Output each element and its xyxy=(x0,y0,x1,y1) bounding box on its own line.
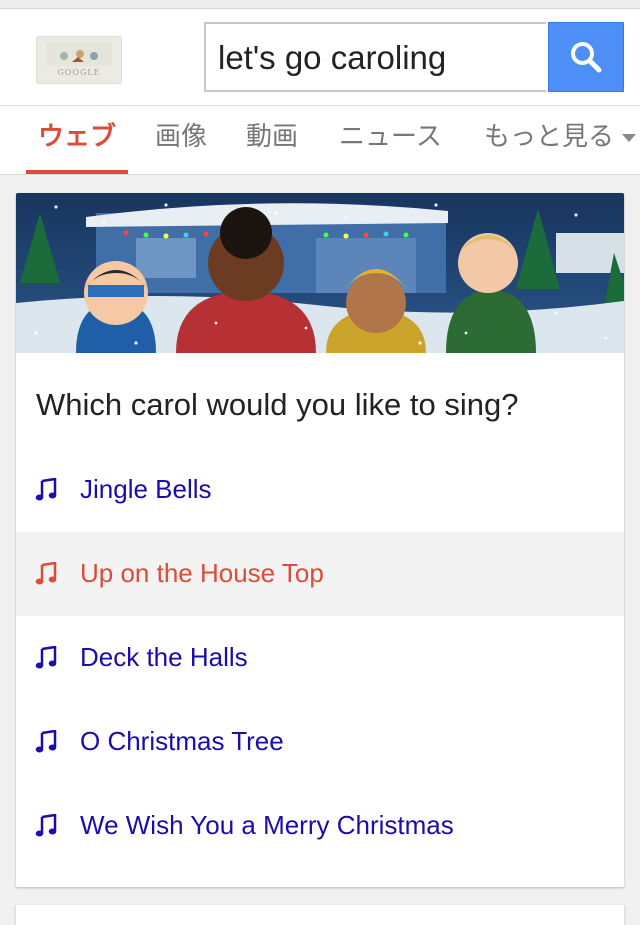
search-button[interactable] xyxy=(548,22,624,92)
tab-videos-label: 動画 xyxy=(246,122,299,152)
tab-web-label: ウェブ xyxy=(38,122,117,152)
music-note-icon xyxy=(35,562,57,585)
music-note-icon xyxy=(35,814,57,837)
tab-images-label: 画像 xyxy=(155,122,208,152)
search-icon xyxy=(571,42,602,73)
carol-item-we-wish-you-a-merry-christmas[interactable]: We Wish You a Merry Christmas xyxy=(16,784,624,868)
carol-item-jingle-bells[interactable]: Jingle Bells xyxy=(16,448,624,532)
carol-title: Deck the Halls xyxy=(80,642,248,672)
google-doodle-logo[interactable]: GOOGLE xyxy=(36,36,122,84)
tab-more-label: もっと見る xyxy=(484,122,615,152)
logo-text: GOOGLE xyxy=(57,68,101,77)
carol-title: O Christmas Tree xyxy=(80,726,284,756)
music-note-icon xyxy=(35,478,57,501)
caroling-card: Which carol would you like to sing? Jing… xyxy=(16,193,624,887)
music-note-icon xyxy=(35,646,57,669)
carol-item-up-on-the-house-top[interactable]: Up on the House Top xyxy=(16,532,624,616)
tab-web[interactable]: ウェブ xyxy=(25,106,129,174)
header: GOOGLE xyxy=(0,9,640,106)
tab-images[interactable]: 画像 xyxy=(155,106,207,174)
status-strip xyxy=(0,0,640,9)
tab-news-label: ニュース xyxy=(339,122,442,152)
tab-more[interactable]: もっと見る xyxy=(484,106,637,174)
carol-item-deck-the-halls[interactable]: Deck the Halls xyxy=(16,616,624,700)
carol-title: We Wish You a Merry Christmas xyxy=(80,810,454,840)
search-tabs: ウェブ 画像 動画 ニュース もっと見る xyxy=(0,106,640,175)
music-note-icon xyxy=(35,730,57,753)
tab-videos[interactable]: 動画 xyxy=(246,106,298,174)
carol-item-o-christmas-tree[interactable]: O Christmas Tree xyxy=(16,700,624,784)
caret-down-icon xyxy=(622,133,637,142)
search-input[interactable] xyxy=(218,32,538,84)
caroling-doodle-banner xyxy=(16,193,624,353)
carol-title: Jingle Bells xyxy=(80,474,212,504)
carol-title: Up on the House Top xyxy=(80,558,324,588)
card-question: Which carol would you like to sing? xyxy=(36,387,519,422)
next-result-card xyxy=(16,905,624,925)
search-box xyxy=(204,22,546,92)
tab-news[interactable]: ニュース xyxy=(339,106,442,174)
